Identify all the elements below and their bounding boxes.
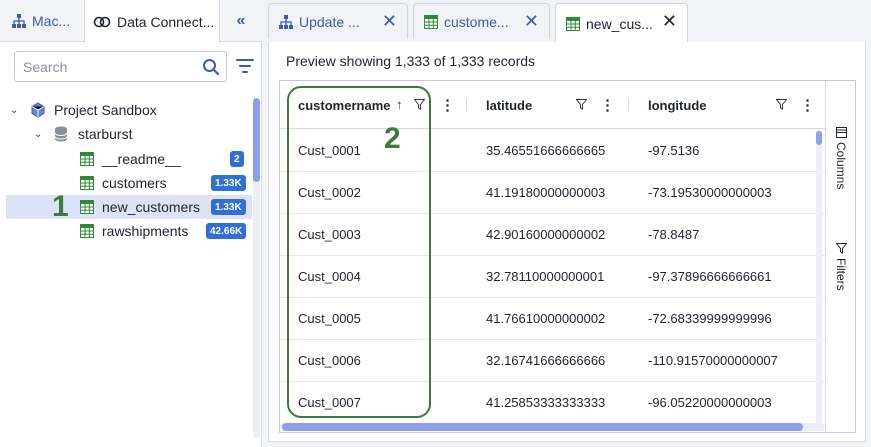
tab-data-connections-label: Data Connect... [117,13,215,30]
collapse-panel-button[interactable]: « [220,0,262,42]
grid-vertical-scrollbar-track[interactable] [816,129,822,429]
tab-new-customers[interactable]: new_cus... ✕ [555,3,688,43]
tree-item-table[interactable]: rawshipments 42.66K [6,219,252,243]
tree-item-label: __readme__ [102,151,181,167]
cell-longitude: -96.05220000000003 [648,395,772,410]
hierarchy-icon [12,14,26,28]
editor-tab-bar: Update ... ✕ custome... ✕ new_cus... ✕ [268,0,871,43]
columns-icon [835,127,847,138]
preview-summary: Preview showing 1,333 of 1,333 records [286,53,536,69]
table-icon [80,224,94,238]
tree-item-table-selected[interactable]: new_customers 1.33K [6,195,252,219]
tab-label: Update ... [299,13,360,30]
tab-customers[interactable]: custome... ✕ [413,3,550,39]
column-menu-icon[interactable]: ⋮ [600,96,615,114]
cell-longitude: -78.8487 [648,227,700,242]
table-icon [80,200,94,214]
annotation-marker-1: 1 [52,190,69,223]
tree-item-label: starburst [78,126,133,142]
cell-longitude: -73.19530000000003 [648,185,772,200]
filter-lines-icon[interactable] [236,58,254,74]
table-icon [566,16,580,31]
close-icon[interactable]: ✕ [662,12,677,30]
tab-macros-label: Mac... [32,13,71,29]
column-divider[interactable] [628,98,629,112]
tree-item-starburst[interactable]: ⌄ starburst [6,122,252,146]
column-menu-icon[interactable]: ⋮ [800,96,815,114]
column-header-longitude[interactable]: longitude [648,81,707,129]
cell-latitude: 32.78110000000001 [486,269,605,284]
row-count-badge: 2 [230,151,244,167]
column-menu-icon[interactable]: ⋮ [440,96,455,114]
search-box [14,51,227,82]
filter-icon[interactable] [776,99,787,110]
close-icon[interactable]: ✕ [524,12,539,30]
row-count-badge: 1.33K [211,175,246,191]
annotation-highlight-box [287,86,431,418]
row-count-badge: 42.66K [206,223,247,239]
column-header-latitude[interactable]: latitude [486,81,532,129]
cell-latitude: 35.46551666666665 [486,143,606,158]
left-panel: Mac... Data Connect... « ⌄ Project Sandb… [0,0,262,447]
table-icon [424,14,438,29]
tab-data-connections[interactable]: Data Connect... [84,0,220,43]
cube-icon [31,102,45,118]
data-connection-icon [93,16,111,27]
cell-latitude: 41.76610000000002 [486,311,606,326]
annotation-marker-2: 2 [384,122,401,155]
cell-longitude: -97.5136 [648,143,700,158]
tree-scrollbar-thumb[interactable] [253,98,260,182]
filters-label: Filters [834,258,848,291]
filter-icon[interactable] [576,99,587,110]
filters-panel-toggle[interactable]: Filters [834,243,848,291]
tab-macros[interactable]: Mac... [0,0,84,42]
tree-item-label: Project Sandbox [54,102,157,118]
grid-horizontal-scrollbar-thumb[interactable] [282,423,803,431]
database-icon [54,126,68,142]
cell-latitude: 41.25853333333333 [486,395,606,410]
tab-label: custome... [444,13,509,30]
tab-update[interactable]: Update ... ✕ [268,3,408,39]
tree-item-project-sandbox[interactable]: ⌄ Project Sandbox [6,98,252,122]
tree-item-label: new_customers [102,199,201,215]
table-icon [80,152,94,166]
row-count-badge: 1.33K [211,199,246,215]
columns-label: Columns [834,142,848,190]
cell-latitude: 42.90160000000002 [486,227,606,242]
tab-label: new_cus... [586,15,653,32]
chevron-down-icon[interactable]: ⌄ [34,129,42,140]
cell-longitude: -110.91570000000007 [648,353,778,368]
grid-vertical-scrollbar-thumb[interactable] [816,131,822,145]
search-icon[interactable] [202,58,220,76]
tree-item-table[interactable]: customers 1.33K [6,171,252,195]
chevron-down-icon[interactable]: ⌄ [10,105,18,116]
tree-item-table[interactable]: __readme__ 2 [6,147,252,171]
hierarchy-icon [279,14,293,29]
search-input[interactable] [23,58,203,75]
double-chevron-left-icon: « [236,12,246,29]
table-icon [80,176,94,190]
column-divider[interactable] [466,98,467,112]
columns-panel-toggle[interactable]: Columns [834,127,848,189]
close-icon[interactable]: ✕ [382,12,397,30]
cell-latitude: 32.16741666666666 [486,353,606,368]
grid-side-toolbar: Columns Filters [825,81,855,432]
cell-longitude: -97.37896666666661 [648,269,772,284]
tree-item-label: rawshipments [102,223,189,239]
left-tab-bar: Mac... Data Connect... « [0,0,262,43]
filter-icon [835,243,847,254]
cell-latitude: 41.19180000000003 [486,185,606,200]
tree-item-label: customers [102,175,167,191]
cell-longitude: -72.68339999999996 [648,311,772,326]
